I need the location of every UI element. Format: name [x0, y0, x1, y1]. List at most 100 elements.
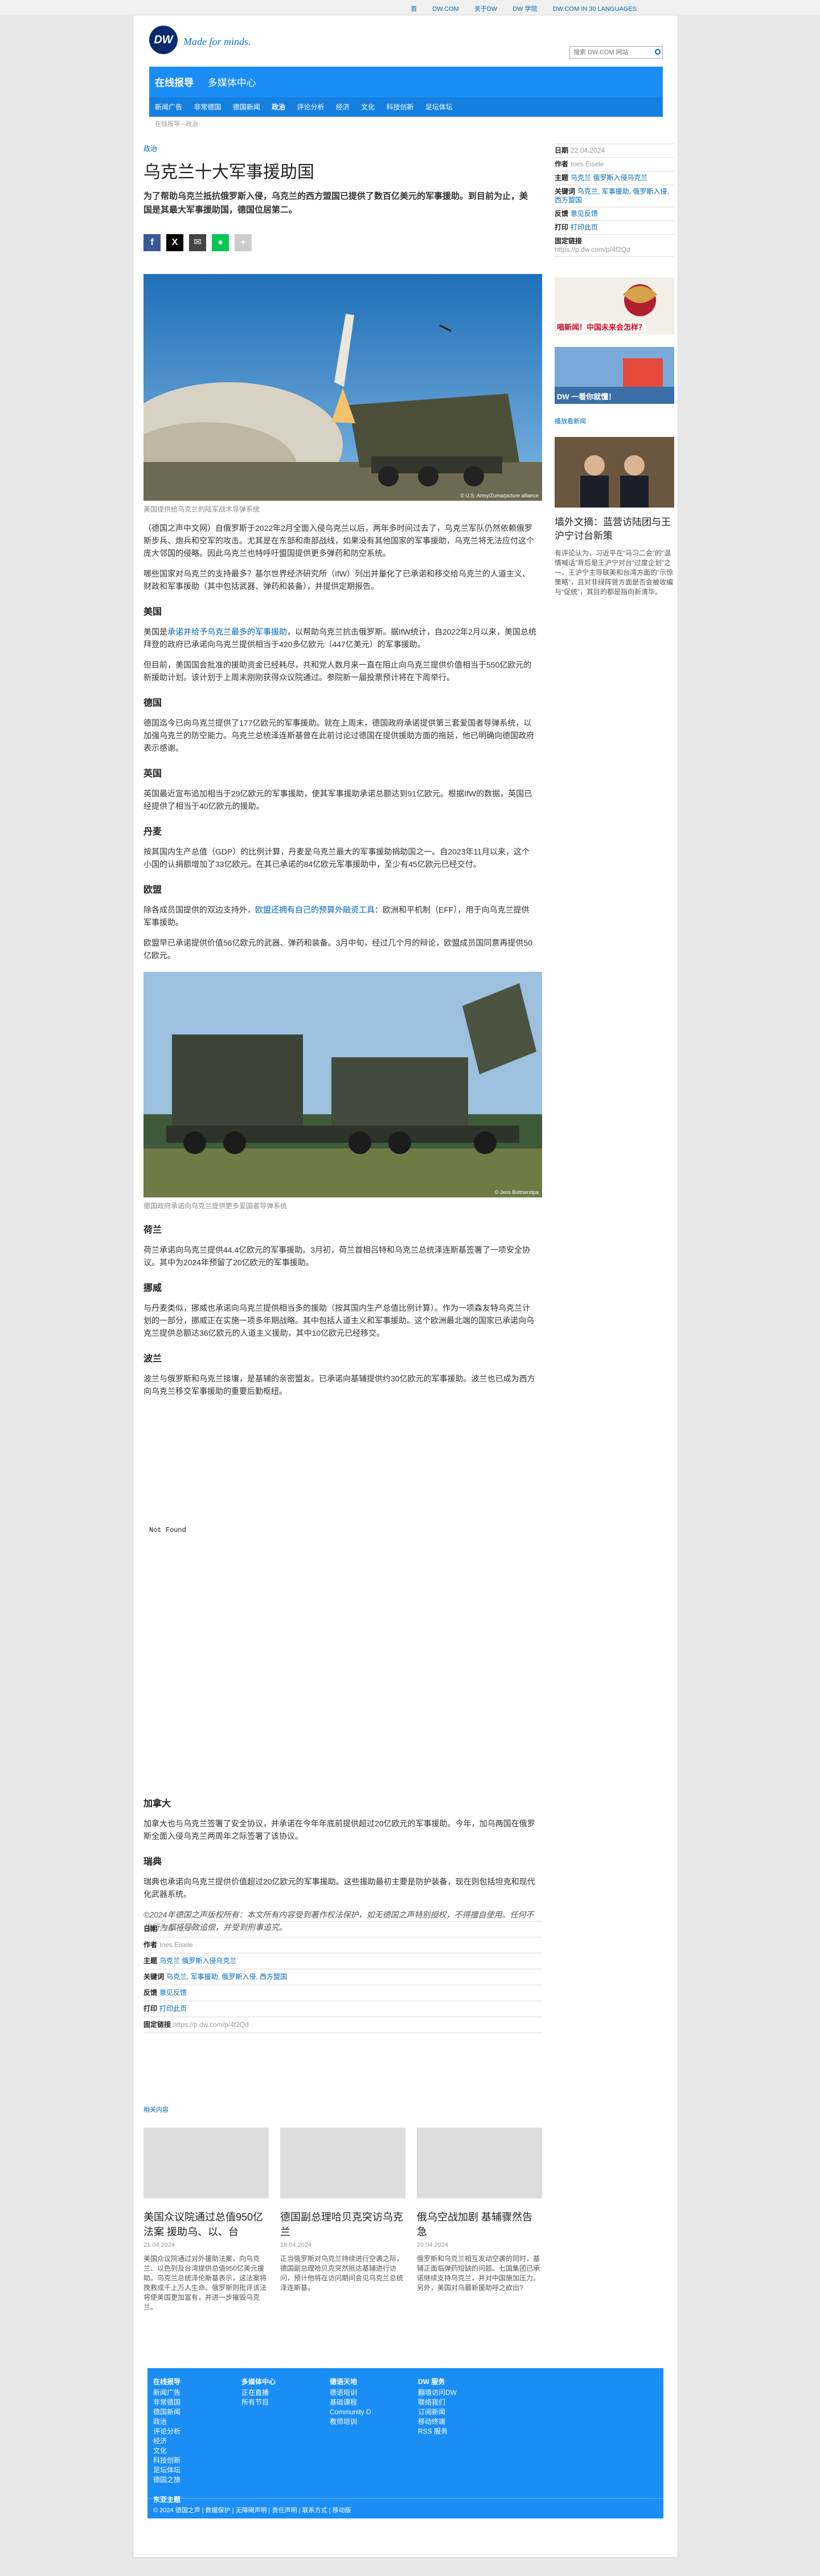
related-card-title[interactable]: 俄乌空战加剧 基辅骤然告急: [417, 2210, 542, 2239]
top-link-home[interactable]: 首: [411, 6, 417, 13]
footer-col-head[interactable]: 德语天地: [330, 2377, 371, 2387]
footer-link[interactable]: 德国之旅: [153, 2475, 181, 2485]
footer-link[interactable]: 基础课程: [330, 2398, 371, 2407]
feedback-link[interactable]: 意见反馈: [571, 210, 598, 218]
footer-link[interactable]: 评论分析: [153, 2427, 181, 2436]
footer-link[interactable]: 德国新闻: [153, 2407, 181, 2417]
related-card-title[interactable]: 德国副总理哈贝克突访乌克兰: [280, 2210, 405, 2239]
footer-link[interactable]: 足坛体坛: [153, 2465, 181, 2475]
top-link-about[interactable]: 关于DW: [474, 6, 497, 13]
footer-link[interactable]: Community D: [330, 2407, 371, 2417]
paragraph: 瑞典也承诺向乌克兰提供价值超过20亿欧元的军事援助。这些援助最初主要是防护装备，…: [144, 1877, 535, 1899]
nav-section-media[interactable]: 多媒体中心: [208, 77, 256, 88]
subnav-item-sports[interactable]: 足坛体坛: [425, 103, 453, 111]
paragraph-text: 美国是: [144, 627, 167, 636]
top-link-academy[interactable]: DW 学院: [512, 6, 537, 13]
inline-link[interactable]: 欧盟还拥有自己的预算外融资工具: [255, 905, 375, 914]
related-card-date: 18.04.2024: [280, 2242, 312, 2248]
promo-banner-2[interactable]: DW 一看你就懂！: [555, 347, 674, 404]
promo-title: 唱新闻！中国未来会怎样？: [557, 321, 646, 332]
section-heading: 波兰: [144, 1354, 162, 1364]
footer-link[interactable]: 联络我们: [418, 2398, 457, 2407]
permalink[interactable]: https://p.dw.com/p/4f2Qd: [555, 246, 630, 253]
print-link[interactable]: 打印此页: [571, 223, 598, 231]
sidebar-section-label[interactable]: 播放看新闻: [555, 416, 674, 426]
footer-col-head[interactable]: 多媒体中心: [241, 2377, 276, 2387]
nav-section-online[interactable]: 在线报导: [155, 77, 194, 88]
article-title: 乌克兰十大军事援助国: [144, 163, 314, 182]
footer-link[interactable]: 正在直播: [241, 2388, 276, 2398]
promo-banner-1[interactable]: 唱新闻！中国未来会怎样？: [555, 277, 674, 334]
footer-link[interactable]: 文化: [153, 2446, 181, 2456]
feedback-link[interactable]: 意见反馈: [159, 1989, 187, 1997]
share-bar: f X ✉ ● +: [144, 234, 542, 251]
related-card[interactable]: 美国众议院通过总值950亿法案 援助乌、以、台 21.04.2024 美国众议院…: [144, 2128, 269, 2312]
subnav-item-ads[interactable]: 新闻广告: [155, 103, 182, 111]
paragraph: 德国迄今已向乌克兰提供了177亿欧元的军事援助。就在上周末，德国政府承诺提供第三…: [144, 718, 534, 753]
footer-link[interactable]: 所有节目: [241, 2398, 276, 2407]
paragraph-text: 除各成员国提供的双边支持外，: [144, 905, 255, 914]
footer-link[interactable]: 教师培训: [330, 2417, 371, 2427]
article-body: （德国之声中文网）自俄罗斯于2022年2月全面入侵乌克兰以后，两年多时间过去了，…: [144, 522, 542, 1397]
footer-bottom[interactable]: © 2024 德国之声 | 数据保护 | 无障碍声明 | 责任声明 | 联系方式…: [147, 2498, 663, 2518]
meta-label: 打印: [144, 2005, 158, 2013]
search-input[interactable]: [569, 46, 663, 59]
subnav-item-opinion[interactable]: 评论分析: [297, 103, 324, 111]
footer-link[interactable]: 翻墙访问DW: [418, 2388, 457, 2398]
related-card[interactable]: 俄乌空战加剧 基辅骤然告急 20.04.2024 俄罗斯和乌克兰相互发动空袭的同…: [417, 2128, 542, 2293]
article-photo-patriot: © Jens Büttner/dpa: [144, 972, 542, 1197]
permalink[interactable]: https://p.dw.com/p/4f2Qd: [173, 2021, 249, 2029]
more-share-icon[interactable]: +: [235, 234, 252, 251]
breadcrumb[interactable]: 在线报导 › 政治: [155, 119, 198, 128]
subnav: 新闻广告 非常德国 德国新闻 政治 评论分析 经济 文化 科技创新 足坛体坛: [155, 102, 462, 112]
top-links: 首 DW.COM 关于DW DW 学院 DW.COM IN 30 LANGUAG…: [397, 4, 637, 13]
footer-column: DW 服务 翻墙访问DW 联络我们 订阅新闻 移动终端 RSS 服务: [418, 2377, 457, 2436]
meta-label: 反馈: [144, 1989, 158, 1997]
article-meta-bottom: 日期 22.04.2024 作者 Ines Eisele 主题 乌克兰 俄罗斯入侵乌克…: [144, 1921, 542, 2033]
footer-link[interactable]: 科技创新: [153, 2456, 181, 2465]
top-link-dwcom[interactable]: DW.COM: [432, 6, 458, 13]
meta-keywords-link[interactable]: 乌克兰, 军事援助, 俄罗斯入侵, 西方盟国: [166, 1973, 287, 1981]
related-card-date: 20.04.2024: [417, 2242, 449, 2248]
related-card[interactable]: 德国副总理哈贝克突访乌克兰 18.04.2024 正当俄罗斯对乌克兰持续进行空袭…: [280, 2128, 405, 2293]
footer-link[interactable]: 订阅新闻: [418, 2407, 457, 2417]
print-link[interactable]: 打印此页: [159, 2005, 187, 2013]
top-link-languages[interactable]: DW.COM IN 30 LANGUAGES: [553, 6, 637, 13]
footer-link[interactable]: 移动终端: [418, 2417, 457, 2427]
x-icon[interactable]: X: [166, 234, 183, 251]
paragraph: 荷兰承诺向乌克兰提供44.4亿欧元的军事援助。3月初，荷兰首相吕特和乌克兰总统泽…: [144, 1245, 531, 1267]
article-kicker[interactable]: 政治: [144, 144, 542, 153]
related-card-title[interactable]: 美国众议院通过总值950亿法案 援助乌、以、台: [144, 2210, 269, 2239]
footer-link[interactable]: 德语培训: [330, 2388, 371, 2398]
line-icon[interactable]: ●: [212, 234, 229, 251]
tagline: Made for minds.: [183, 36, 251, 47]
footer-col-head[interactable]: 在线报导: [153, 2377, 181, 2387]
dw-logo[interactable]: DW: [149, 26, 178, 54]
sidebar-story-desc: 有评论认为，习近平在“马习二会”的“温情喊话”背后是王沪宁对台“过度企划”之一。…: [555, 549, 673, 596]
subnav-item-germany[interactable]: 非常德国: [194, 103, 221, 111]
meta-label: 主题: [144, 1957, 158, 1965]
photo-credit: © U.S. Army/Zuma/picture alliance: [460, 493, 539, 498]
subnav-item-science[interactable]: 科技创新: [387, 103, 414, 111]
subnav-item-culture[interactable]: 文化: [361, 103, 375, 111]
article-photo-missile: © U.S. Army/Zuma/picture alliance: [144, 274, 542, 501]
footer-link[interactable]: 经济: [153, 2436, 181, 2446]
facebook-icon[interactable]: f: [144, 234, 161, 251]
footer-link[interactable]: 政治: [153, 2417, 181, 2427]
footer-col-head[interactable]: DW 服务: [418, 2377, 457, 2387]
footer-link[interactable]: 非常德国: [153, 2398, 181, 2407]
meta-topic-link[interactable]: 乌克兰 俄罗斯入侵乌克兰: [571, 174, 647, 182]
section-heading: 欧盟: [144, 885, 162, 895]
subnav-item-germany-news[interactable]: 德国新闻: [233, 103, 260, 111]
footer-link[interactable]: 新闻广告: [153, 2388, 181, 2398]
subnav-item-politics[interactable]: 政治: [272, 103, 285, 111]
sidebar-story-photo[interactable]: [555, 437, 674, 508]
paragraph: 英国最近宣布追加相当于29亿欧元的军事援助，使其军事援助承诺总额达到91亿欧元。…: [144, 789, 532, 811]
subnav-item-economy[interactable]: 经济: [336, 103, 350, 111]
sidebar-story-title[interactable]: 墙外文摘：蓝营访陆团与王沪宁讨台新策: [555, 516, 674, 543]
inline-link[interactable]: 承诺并给予乌克兰最多的军事援助: [167, 627, 287, 636]
search-icon[interactable]: [655, 49, 661, 55]
meta-topic-link[interactable]: 乌克兰 俄罗斯入侵乌克兰: [159, 1957, 236, 1965]
email-icon[interactable]: ✉: [189, 234, 206, 251]
footer-link[interactable]: RSS 服务: [418, 2427, 457, 2436]
